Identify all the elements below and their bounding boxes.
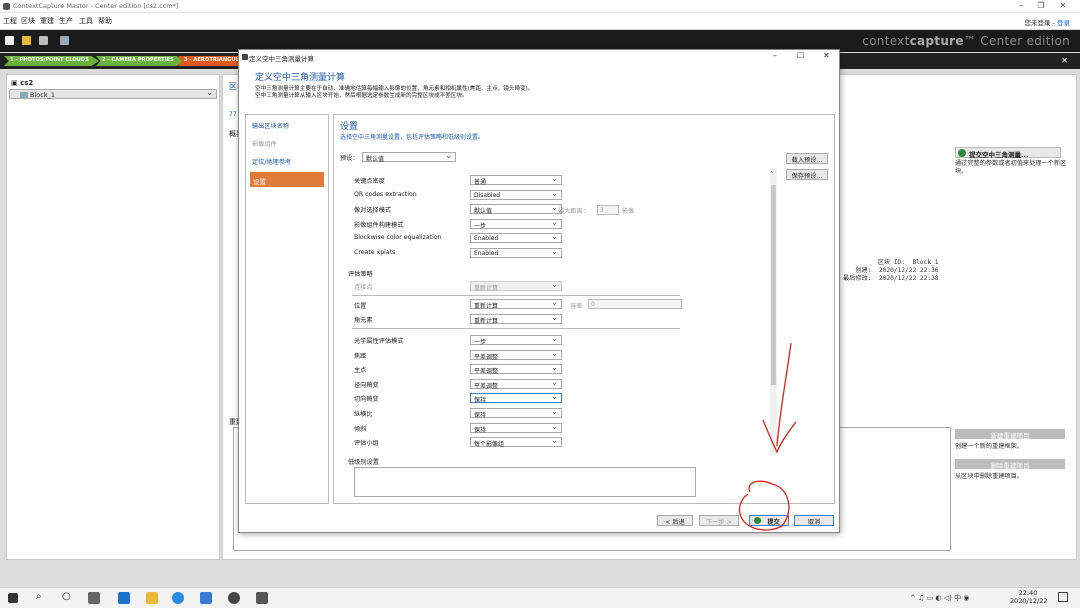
red-annotation xyxy=(738,342,797,531)
